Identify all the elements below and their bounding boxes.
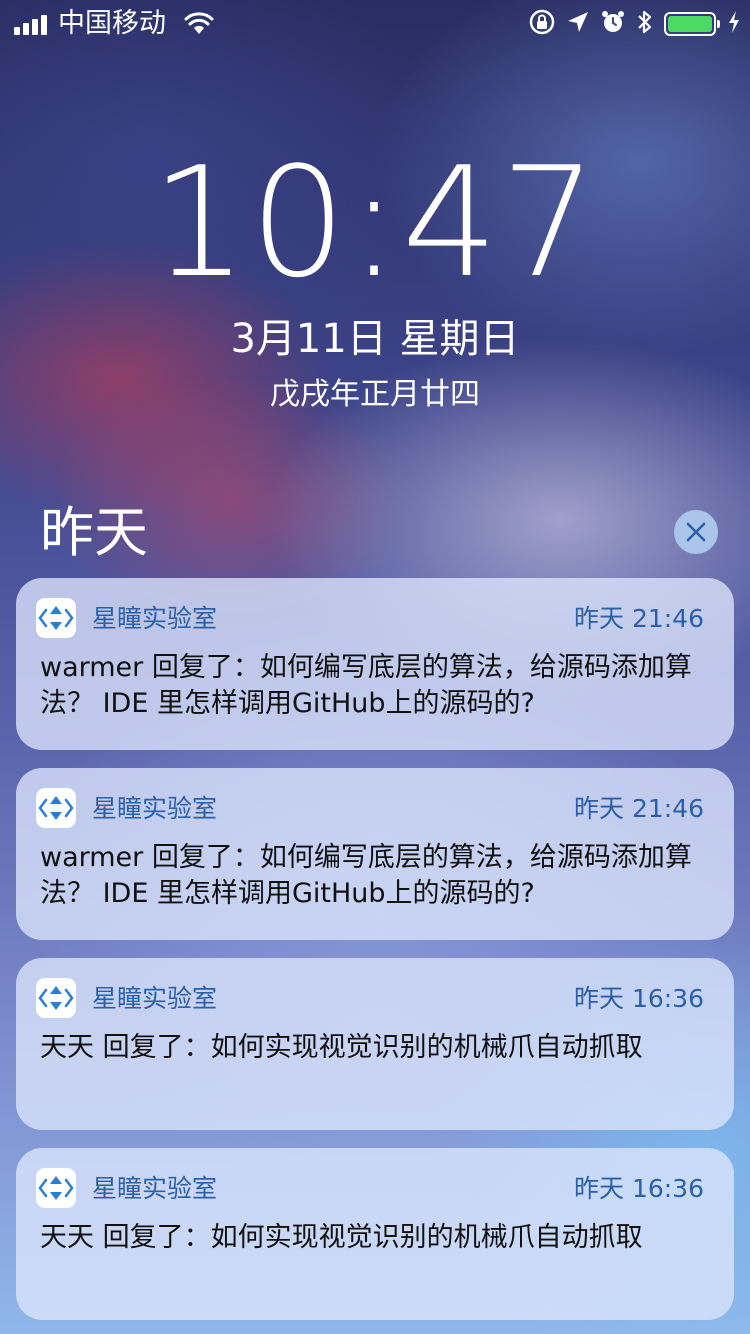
carrier-name: 中国移动 — [58, 8, 166, 39]
notification-card[interactable]: 星瞳实验室 昨天 21:46 warmer 回复了：如何编写底层的算法，给源码添… — [16, 578, 734, 750]
bluetooth-icon — [636, 8, 654, 40]
charging-bolt-icon — [728, 11, 740, 37]
notification-body: warmer 回复了：如何编写底层的算法，给源码添加算法？ IDE 里怎样调用G… — [40, 842, 692, 909]
notification-list: 星瞳实验室 昨天 21:46 warmer 回复了：如何编写底层的算法，给源码添… — [16, 578, 734, 1334]
app-icon — [36, 1168, 76, 1208]
close-icon — [686, 522, 706, 542]
lunar-date: 戊戌年正月廿四 — [270, 377, 480, 412]
notification-time: 昨天 21:46 — [574, 604, 704, 633]
notification-header: 星瞳实验室 昨天 16:36 — [36, 978, 704, 1020]
cellular-signal-icon — [14, 13, 47, 35]
notification-header: 星瞳实验室 昨天 21:46 — [36, 598, 704, 640]
status-icons — [528, 8, 740, 40]
battery-level — [668, 16, 712, 32]
notification-card[interactable]: 星瞳实验室 昨天 21:46 warmer 回复了：如何编写底层的算法，给源码添… — [16, 768, 734, 940]
status-bar: 中国移动 — [0, 0, 750, 48]
app-name: 星瞳实验室 — [92, 1174, 218, 1203]
lock-screen-time: 10:47 — [150, 134, 600, 311]
alarm-icon — [600, 9, 626, 39]
notification-card[interactable]: 星瞳实验室 昨天 16:36 天天 回复了：如何实现视觉识别的机械爪自动抓取 — [16, 958, 734, 1130]
app-name: 星瞳实验室 — [92, 984, 218, 1013]
battery-icon — [664, 12, 720, 36]
app-name: 星瞳实验室 — [92, 794, 218, 823]
notification-header: 星瞳实验室 昨天 16:36 — [36, 1168, 704, 1210]
location-arrow-icon — [566, 10, 590, 38]
notification-time: 昨天 16:36 — [574, 984, 704, 1013]
notification-card[interactable]: 星瞳实验室 昨天 16:36 天天 回复了：如何实现视觉识别的机械爪自动抓取 — [16, 1148, 734, 1320]
notification-section-title: 昨天 — [40, 501, 148, 564]
app-name: 星瞳实验室 — [92, 604, 218, 633]
notification-body: 天天 回复了：如何实现视觉识别的机械爪自动抓取 — [40, 1032, 643, 1063]
app-icon — [36, 788, 76, 828]
clear-notifications-button[interactable] — [674, 510, 718, 554]
notification-time: 昨天 16:36 — [574, 1174, 704, 1203]
notification-body: 天天 回复了：如何实现视觉识别的机械爪自动抓取 — [40, 1222, 643, 1253]
notification-time: 昨天 21:46 — [574, 794, 704, 823]
wifi-icon — [184, 12, 214, 40]
app-icon — [36, 978, 76, 1018]
app-icon — [36, 598, 76, 638]
notification-body: warmer 回复了：如何编写底层的算法，给源码添加算法？ IDE 里怎样调用G… — [40, 652, 692, 719]
lock-screen-date: 3月11日 星期日 — [230, 316, 520, 362]
notification-header: 星瞳实验室 昨天 21:46 — [36, 788, 704, 830]
orientation-lock-icon — [528, 8, 556, 40]
